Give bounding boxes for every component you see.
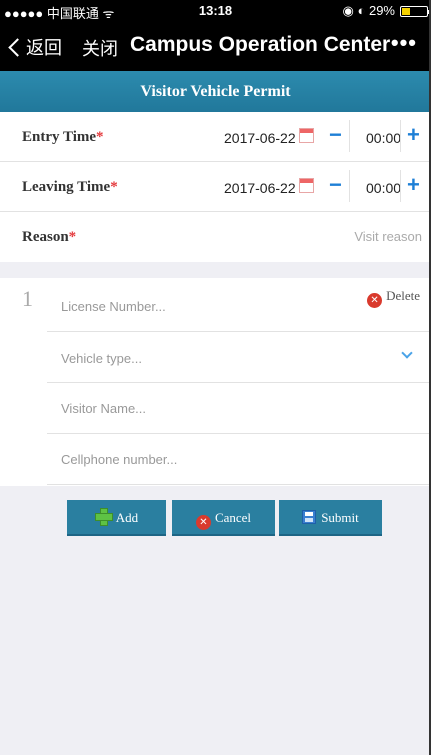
battery-text: ◉ ◐ 29%: [342, 3, 395, 18]
cancel-button[interactable]: ✕ Cancel: [172, 500, 275, 536]
back-label: 返回: [26, 38, 62, 58]
time-reason-form: Entry Time* 2017-06-22 − 00:00 + Leaving…: [0, 112, 431, 262]
vehicle-entry-card: 1 ✕Delete Vehicle type...: [0, 278, 431, 486]
entry-date-value[interactable]: 2017-06-22: [224, 130, 296, 146]
back-button[interactable]: 返回: [5, 34, 62, 60]
leaving-date-value[interactable]: 2017-06-22: [224, 180, 296, 196]
chevron-left-icon: [8, 38, 27, 57]
reason-row: Reason*: [0, 212, 431, 262]
cellphone-input[interactable]: [61, 452, 381, 467]
license-field-row: [47, 281, 431, 332]
cancel-icon: ✕: [195, 515, 211, 530]
divider: [349, 170, 350, 202]
entry-time-value[interactable]: 00:00: [366, 130, 401, 146]
close-button[interactable]: 关闭: [82, 35, 118, 61]
battery-icon: [400, 6, 430, 17]
more-menu-button[interactable]: •••: [391, 30, 417, 56]
vehicle-type-select[interactable]: Vehicle type...: [47, 332, 431, 383]
leaving-time-minus-button[interactable]: −: [329, 172, 342, 198]
status-bar: ●●●●● 中国联通 ᯤ 13:18 ◉ ◐ 29%: [0, 0, 431, 22]
divider: [400, 120, 401, 152]
leaving-time-row: Leaving Time* 2017-06-22 − 00:00 +: [0, 162, 431, 212]
entry-time-row: Entry Time* 2017-06-22 − 00:00 +: [0, 112, 431, 162]
cellphone-row: [47, 434, 431, 485]
divider: [349, 120, 350, 152]
entry-time-label: Entry Time*: [22, 129, 104, 145]
calendar-icon[interactable]: [299, 178, 314, 193]
add-button[interactable]: Add: [67, 500, 166, 536]
leaving-time-plus-button[interactable]: +: [407, 172, 420, 198]
form-header: Visitor Vehicle Permit: [0, 71, 431, 112]
chevron-down-icon: [401, 347, 413, 359]
submit-button[interactable]: Submit: [279, 500, 382, 536]
vehicle-index: 1: [22, 286, 33, 311]
plus-icon: [94, 508, 113, 526]
entry-time-minus-button[interactable]: −: [329, 122, 342, 148]
visitor-name-input[interactable]: [61, 401, 381, 416]
page-title: Campus Operation Center: [130, 33, 391, 56]
save-disk-icon: [302, 510, 317, 524]
vehicle-type-placeholder: Vehicle type...: [61, 351, 142, 366]
visitor-name-row: [47, 383, 431, 434]
reason-input[interactable]: [222, 229, 422, 244]
nav-bar: 返回 关闭 Campus Operation Center •••: [0, 22, 431, 71]
reason-label: Reason*: [22, 229, 77, 245]
divider: [400, 170, 401, 202]
entry-time-plus-button[interactable]: +: [407, 122, 420, 148]
calendar-icon[interactable]: [299, 128, 314, 143]
license-number-input[interactable]: [61, 299, 381, 314]
leaving-time-label: Leaving Time*: [22, 179, 118, 195]
leaving-time-value[interactable]: 00:00: [366, 180, 401, 196]
